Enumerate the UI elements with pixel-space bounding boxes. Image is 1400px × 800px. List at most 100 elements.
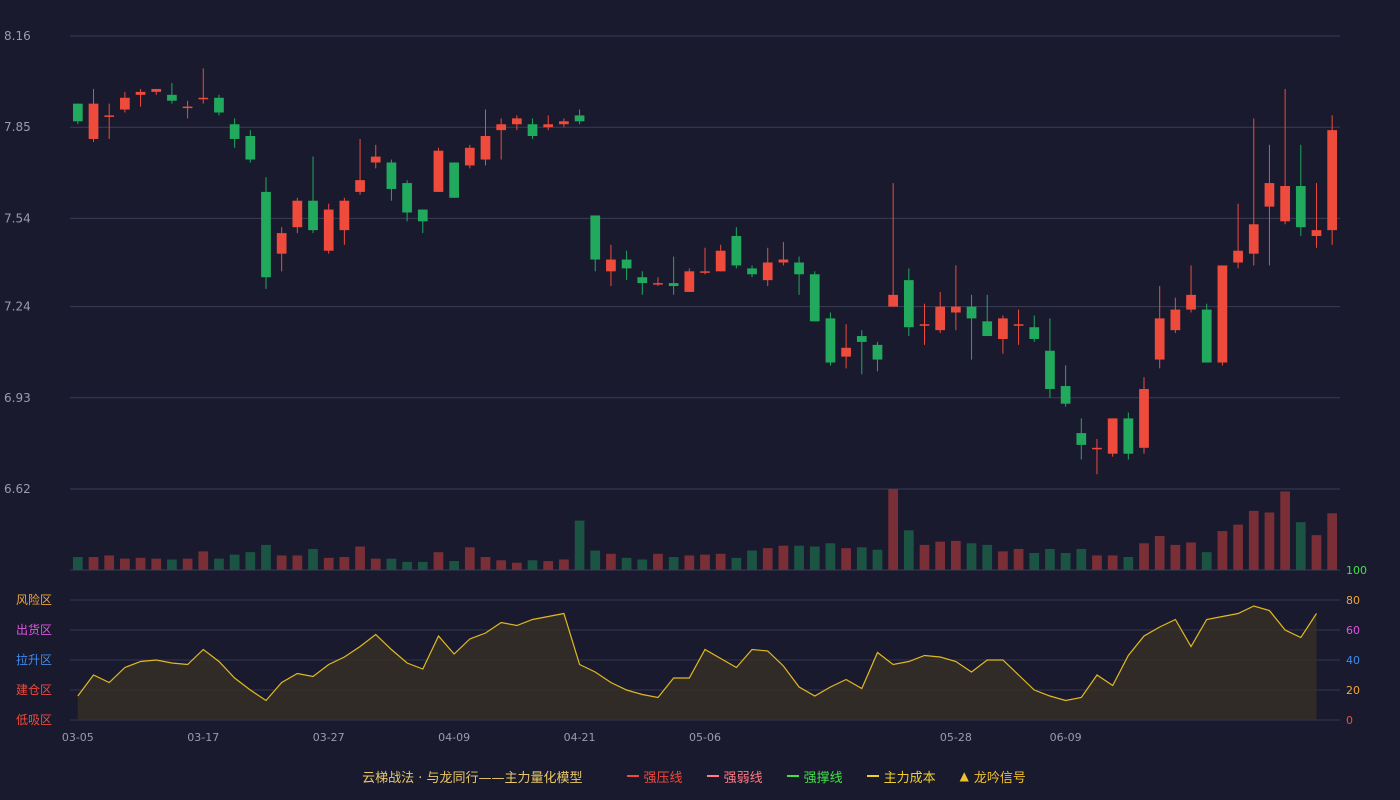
volume-bar [590,550,601,570]
volume-bar [1076,548,1087,570]
candle-body [496,124,507,131]
candle-body [1013,324,1024,326]
volume-bar [747,550,757,570]
candle-body [841,347,851,357]
candle-body [480,136,491,160]
x-tick-label: 04-09 [438,731,470,744]
legend-label: 龙吟信号 [973,770,1026,786]
volume-bar [982,544,993,570]
zone-label: 低吸区 [16,713,52,727]
candle-body [308,200,318,231]
candle-body [182,106,193,109]
x-tick-label: 03-05 [62,731,94,744]
candle-body [339,200,350,231]
candle-body [684,271,695,292]
zone-label: 出货区 [16,622,52,637]
volume-bar [653,553,663,570]
candle-body [872,344,883,360]
candle-body [1248,224,1259,254]
volume-bar [574,520,585,570]
volume-bar [151,558,162,570]
volume-bar [386,558,397,570]
y-tick-label: 7.85 [4,120,31,134]
candle-body [998,318,1008,339]
candle-body [120,97,130,110]
candle-body [370,156,381,163]
volume-bar [794,545,804,570]
volume-bar [433,552,444,570]
y-tick-label: 8.16 [4,29,31,43]
x-tick-label: 03-17 [187,731,219,744]
volume-bar [1295,522,1306,570]
candle-body [715,250,726,272]
indicator-tick-label: 100 [1346,564,1367,577]
volume-bar [1045,548,1055,570]
candle-body [198,97,209,100]
candle-body [1045,350,1055,389]
candle-body [355,180,365,192]
legend-item-support[interactable]: 强撑线 [786,767,843,786]
legend-item-cost[interactable]: 主力成本 [866,767,936,786]
x-tick-label: 04-21 [564,731,596,744]
volume-bar [276,555,287,570]
candle-body [794,262,804,275]
candle-body [449,162,459,198]
candle-body [1123,418,1134,454]
volume-bar [308,548,318,570]
candle-body [1107,418,1118,454]
legend-title: 云梯战法 · 与龙同行——主力量化模型 [362,770,583,786]
volume-bar [198,551,209,570]
indicator-tick-label: 20 [1346,684,1360,697]
y-tick-label: 7.24 [4,300,31,314]
volume-bar [182,558,193,570]
candle-body [1139,388,1149,448]
indicator-tick-label: 40 [1346,654,1360,667]
candle-body [511,118,522,125]
volume-bar [496,560,507,570]
candle-body [167,94,177,101]
triangle-icon: ▲ [959,769,969,783]
candle-body [982,321,993,337]
candle-body [245,136,256,160]
legend-swatch-strength [706,775,719,777]
candle-body [543,124,554,128]
volume-bar [1311,535,1322,570]
candle-body [1092,447,1102,450]
volume-bar [951,540,961,570]
volume-bar [449,561,459,570]
volume-bar [245,552,256,570]
volume-bar [104,555,115,570]
volume-bar [966,543,977,570]
x-tick-label: 06-09 [1050,731,1082,744]
candle-body [951,306,961,313]
legend-swatch-pressure [626,775,639,777]
candle-body [731,236,742,266]
legend-swatch-support [786,775,799,777]
candle-body [151,88,162,92]
legend-item-pressure[interactable]: 强压线 [626,767,683,786]
volume-bar [606,553,616,570]
volume-bar [1170,544,1181,570]
legend-item-strength[interactable]: 强弱线 [706,767,763,786]
volume-bar [339,557,350,570]
candle-body [903,280,914,328]
volume-bar [370,558,381,570]
volume-bar [935,541,946,570]
kline-chart[interactable]: 8.16 7.85 7.54 7.24 6.93 6.62 100 80 60 40 20 0 风险区出… [0,0,1400,760]
volume-bar [214,558,224,570]
candle-body [1280,186,1290,222]
candle-body [935,306,946,331]
x-tick-label: 03-27 [313,731,345,744]
volume-bar [1217,531,1228,570]
candle-body [323,209,334,251]
volume-bar [120,558,130,570]
candle-body [292,200,303,228]
legend-item-signal[interactable]: ▲ 龙吟信号 [960,767,1026,786]
legend-label: 强撑线 [803,770,843,786]
volume-bar [1092,555,1102,570]
zone-label: 风险区 [16,592,52,607]
volume-bar [888,489,899,570]
candle-body [1170,309,1181,331]
candle-body [1029,327,1040,339]
volume-bar [1029,552,1040,570]
